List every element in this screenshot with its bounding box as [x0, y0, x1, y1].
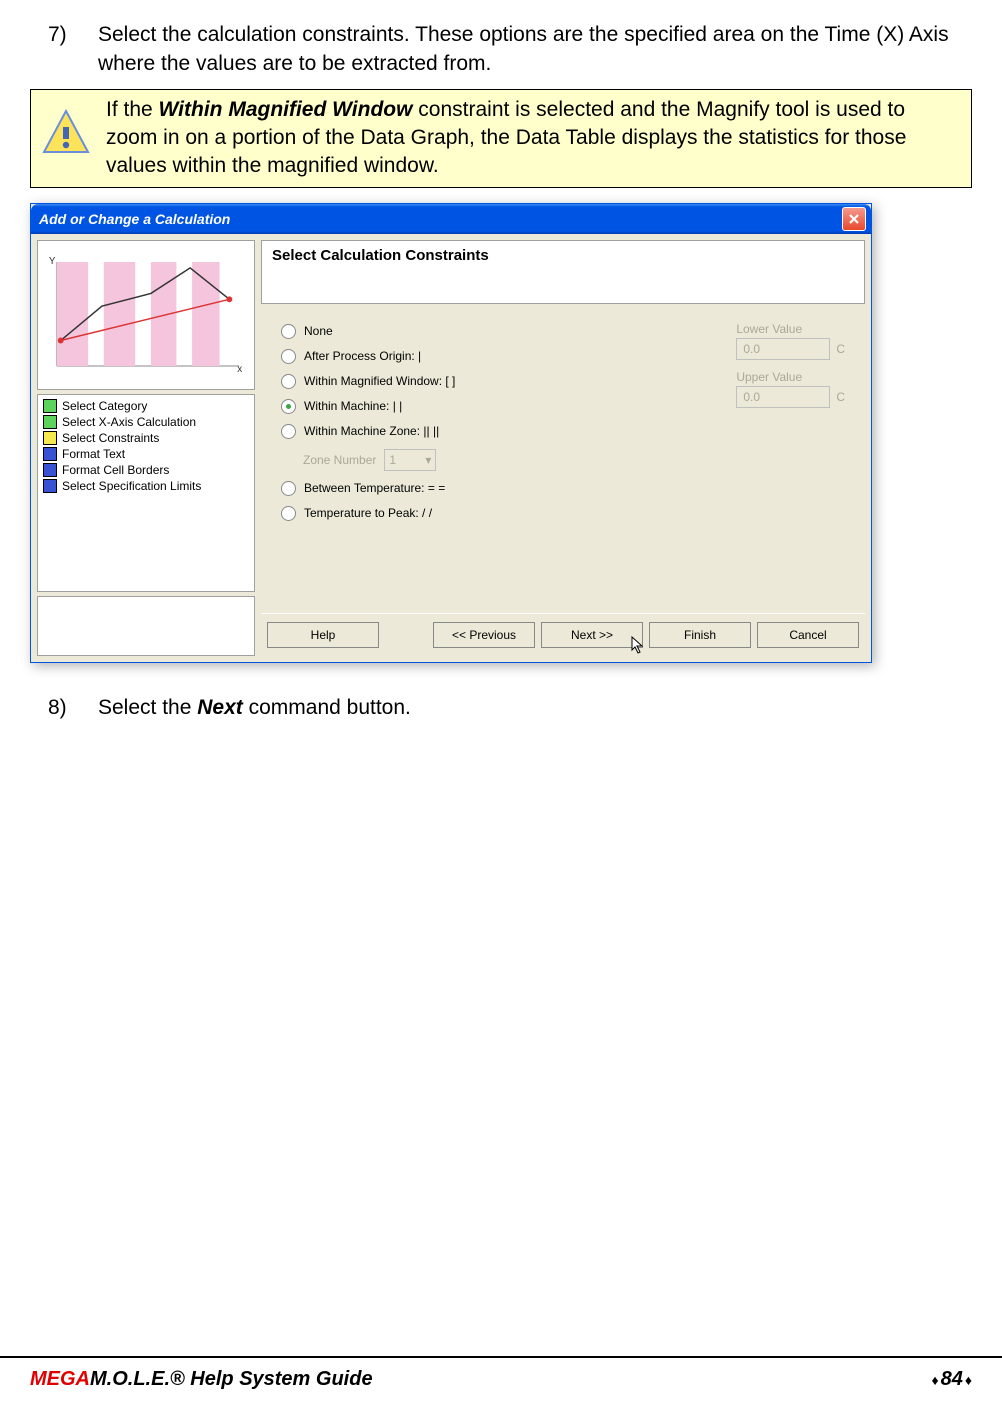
left-panel: Y x: [37, 240, 255, 656]
lower-value-group: Lower Value 0.0 C: [736, 322, 845, 360]
zone-number-row: Zone Number 1 ▾: [303, 449, 851, 471]
radio-temp-to-peak[interactable]: Temperature to Peak: / /: [281, 506, 851, 521]
list-item: Select X-Axis Calculation: [41, 414, 251, 430]
step-number: 7): [30, 20, 98, 79]
warning-icon: [41, 108, 91, 158]
step-8: 8) Select the Next command button.: [30, 693, 972, 722]
footer-title: MEGAM.O.L.E.® Help System Guide: [30, 1368, 373, 1391]
status-color: [43, 399, 57, 413]
radio-between-temp[interactable]: Between Temperature: = =: [281, 481, 851, 496]
step-text: Select the Next command button.: [98, 693, 972, 722]
dialog-window: Add or Change a Calculation Y x: [30, 203, 872, 663]
next-button[interactable]: Next >>: [541, 622, 643, 648]
list-item: Format Text: [41, 446, 251, 462]
dialog-title: Add or Change a Calculation: [39, 211, 230, 227]
radio-icon: [281, 349, 296, 364]
radio-icon: [281, 399, 296, 414]
help-button[interactable]: Help: [267, 622, 379, 648]
chevron-down-icon: ▾: [425, 453, 431, 467]
close-button[interactable]: [842, 207, 866, 231]
status-color: [43, 447, 57, 461]
diamond-icon: ♦: [931, 1372, 938, 1388]
list-item: Select Specification Limits: [41, 478, 251, 494]
page-footer: MEGAM.O.L.E.® Help System Guide ♦ 84 ♦: [0, 1356, 1002, 1411]
button-bar: Help << Previous Next >> Finish Cancel: [261, 613, 865, 656]
note-text: If the Within Magnified Window constrain…: [106, 96, 961, 181]
status-color: [43, 463, 57, 477]
radio-icon: [281, 481, 296, 496]
graph-preview: Y x: [37, 240, 255, 390]
cancel-button[interactable]: Cancel: [757, 622, 859, 648]
page-number: ♦ 84 ♦: [931, 1368, 972, 1391]
wizard-steps-list: Select Category Select X-Axis Calculatio…: [37, 394, 255, 592]
radio-within-zone[interactable]: Within Machine Zone: || ||: [281, 424, 851, 439]
list-item: Format Cell Borders: [41, 462, 251, 478]
panel-title: Select Calculation Constraints: [261, 240, 865, 304]
diamond-icon: ♦: [965, 1372, 972, 1388]
spare-panel: [37, 596, 255, 656]
status-color: [43, 431, 57, 445]
step-7: 7) Select the calculation constraints. T…: [30, 20, 972, 79]
radio-icon: [281, 324, 296, 339]
radio-icon: [281, 506, 296, 521]
step-text: Select the calculation constraints. Thes…: [98, 20, 972, 79]
cursor-icon: [630, 635, 646, 655]
note-box: If the Within Magnified Window constrain…: [30, 89, 972, 188]
upper-value-input[interactable]: 0.0: [736, 386, 830, 408]
y-axis-label: Y: [49, 256, 56, 267]
lower-value-input[interactable]: 0.0: [736, 338, 830, 360]
dialog-screenshot: Add or Change a Calculation Y x: [30, 203, 972, 663]
right-panel: Select Calculation Constraints None Afte…: [261, 240, 865, 656]
constraints-area: None After Process Origin: | Within Magn…: [261, 304, 865, 613]
list-item: Select Constraints: [41, 430, 251, 446]
finish-button[interactable]: Finish: [649, 622, 751, 648]
status-color: [43, 415, 57, 429]
titlebar: Add or Change a Calculation: [31, 204, 871, 234]
radio-icon: [281, 374, 296, 389]
zone-number-select[interactable]: 1 ▾: [384, 449, 436, 471]
upper-value-group: Upper Value 0.0 C: [736, 370, 845, 408]
list-item: Select Category: [41, 398, 251, 414]
status-color: [43, 479, 57, 493]
radio-icon: [281, 424, 296, 439]
step-number: 8): [30, 693, 98, 722]
previous-button[interactable]: << Previous: [433, 622, 535, 648]
